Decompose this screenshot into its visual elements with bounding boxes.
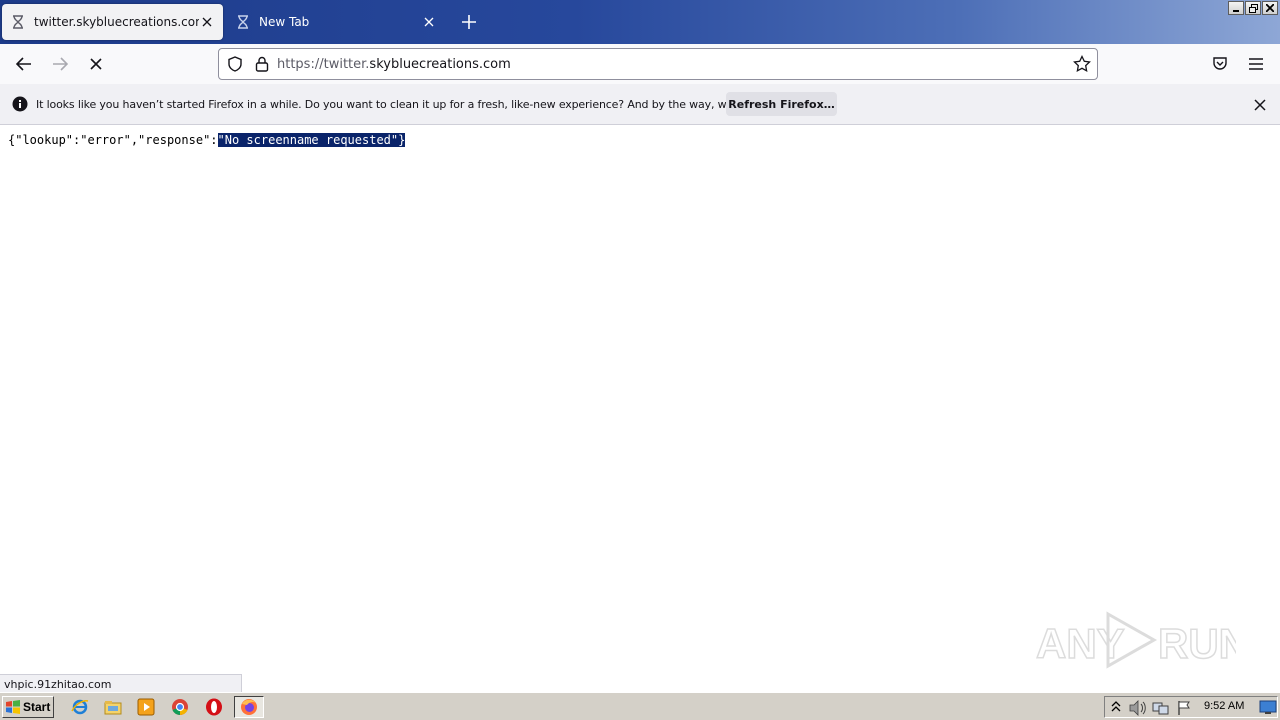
- url-text[interactable]: https://twitter.skybluecreations.com: [277, 57, 511, 72]
- windows-logo-icon: [5, 700, 21, 714]
- app-menu-button[interactable]: [1240, 48, 1272, 80]
- stop-loading-button[interactable]: [80, 48, 112, 80]
- show-hidden-icons-chevron-icon[interactable]: [1111, 700, 1121, 714]
- url-prefix: https://twitter.: [277, 56, 370, 72]
- start-button[interactable]: Start: [2, 696, 54, 718]
- tab-title: New Tab: [259, 15, 310, 29]
- json-text-selected: "No screenname requested"}: [217, 133, 406, 147]
- watermark-left-text: ANY: [1036, 620, 1125, 667]
- url-domain: skybluecreations.com: [369, 56, 511, 72]
- close-tab-icon[interactable]: [199, 14, 215, 30]
- start-label: Start: [23, 700, 51, 714]
- close-tab-icon[interactable]: [421, 14, 437, 30]
- notification-bar: It looks like you haven’t started Firefo…: [0, 84, 1280, 125]
- stop-icon: [90, 58, 102, 70]
- system-tray: [1104, 696, 1278, 718]
- explorer-icon[interactable]: [103, 697, 123, 717]
- show-desktop-icon[interactable]: [1259, 699, 1277, 715]
- restore-button[interactable]: [1245, 1, 1261, 15]
- status-bar-url: vhpic.91zhitao.com: [0, 674, 242, 692]
- navigation-toolbar: https://twitter.skybluecreations.com: [0, 44, 1280, 84]
- opera-icon[interactable]: [204, 697, 224, 717]
- back-button[interactable]: [8, 48, 40, 80]
- volume-icon[interactable]: [1129, 700, 1147, 716]
- window-close-button[interactable]: [1262, 1, 1278, 15]
- chrome-icon[interactable]: [170, 697, 190, 717]
- pocket-icon: [1213, 57, 1227, 70]
- ie-icon[interactable]: [70, 697, 90, 717]
- anyrun-watermark: ANY RUN: [1035, 606, 1250, 674]
- network-icon[interactable]: [1152, 700, 1170, 716]
- lock-icon[interactable]: [255, 56, 269, 72]
- new-tab-plus-icon[interactable]: [458, 11, 480, 33]
- json-text-unselected: {"lookup":"error","response":: [8, 133, 218, 147]
- json-response-text: {"lookup":"error","response":"No screenn…: [8, 133, 406, 147]
- minimize-button[interactable]: [1228, 1, 1244, 15]
- forward-button[interactable]: [44, 48, 76, 80]
- hourglass-favicon-icon: [235, 14, 251, 30]
- media-player-icon[interactable]: [136, 697, 156, 717]
- info-icon: [12, 96, 28, 112]
- tab-twitter[interactable]: twitter.skybluecreations.com/: [2, 4, 223, 40]
- url-bar[interactable]: https://twitter.skybluecreations.com: [218, 48, 1098, 80]
- bookmark-star-icon[interactable]: [1073, 55, 1091, 73]
- tab-strip: twitter.skybluecreations.com/ New Tab: [0, 0, 1280, 44]
- pocket-button[interactable]: [1204, 48, 1236, 80]
- taskbar-clock[interactable]: 9:52 AM: [1204, 700, 1244, 712]
- windows-taskbar: Start 9:52 AM: [0, 692, 1280, 720]
- tab-new-tab[interactable]: New Tab: [227, 4, 445, 40]
- firefox-icon: [240, 698, 258, 716]
- refresh-firefox-button[interactable]: Refresh Firefox…: [726, 92, 837, 116]
- watermark-right-text: RUN: [1158, 620, 1236, 667]
- close-notification-icon[interactable]: [1250, 95, 1270, 115]
- hamburger-menu-icon: [1249, 58, 1263, 70]
- action-center-flag-icon[interactable]: [1176, 700, 1192, 716]
- firefox-taskbar-button[interactable]: [234, 696, 264, 718]
- notification-message: It looks like you haven’t started Firefo…: [36, 97, 799, 111]
- back-arrow-icon: [16, 57, 31, 71]
- forward-arrow-icon: [53, 57, 68, 71]
- tab-title: twitter.skybluecreations.com/: [34, 15, 199, 29]
- tracking-shield-icon[interactable]: [227, 56, 243, 72]
- hourglass-favicon-icon: [10, 14, 26, 30]
